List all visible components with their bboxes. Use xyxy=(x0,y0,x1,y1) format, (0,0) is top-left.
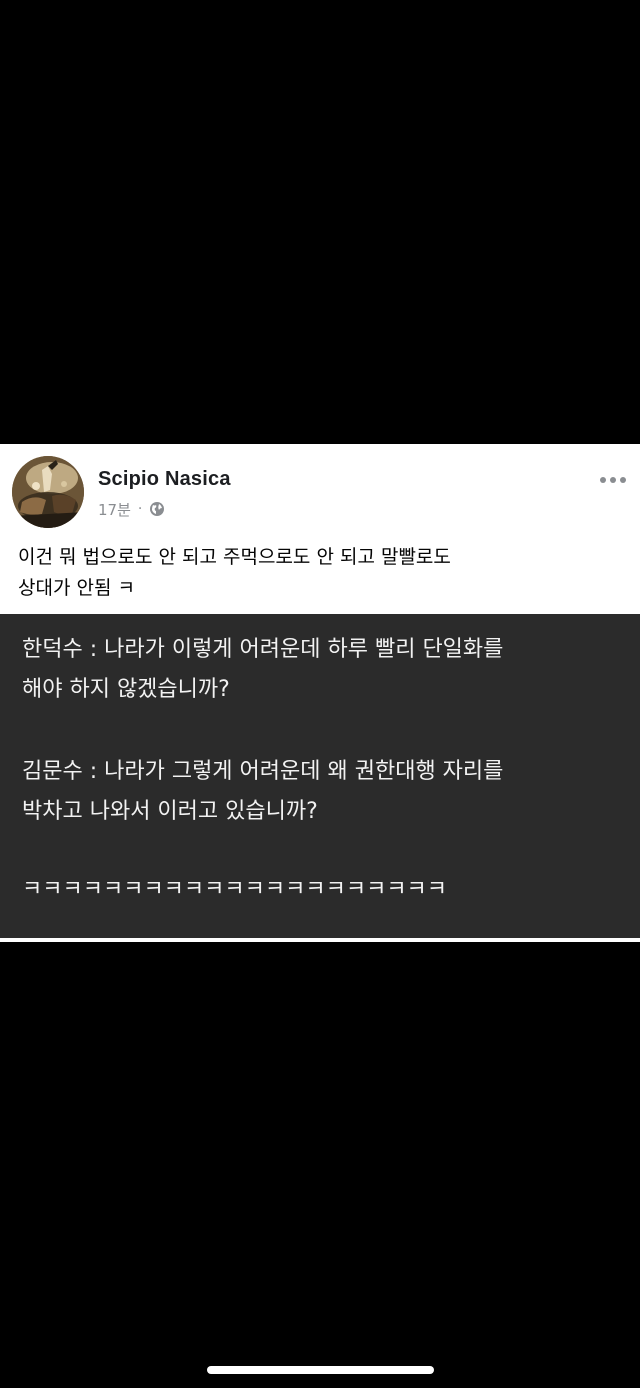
meta-separator: · xyxy=(137,501,143,517)
author-name[interactable]: Scipio Nasica xyxy=(98,468,231,491)
post-divider xyxy=(0,938,640,942)
more-options-button[interactable] xyxy=(596,470,630,490)
post-text-line: 상대가 안됨 ㅋ xyxy=(18,577,135,599)
more-dot xyxy=(620,477,626,483)
screen: Scipio Nasica 17분 · 이건 뭐 법으로도 안 되고 주먹으로도… xyxy=(0,0,640,1388)
post-text: 이건 뭐 법으로도 안 되고 주먹으로도 안 되고 말빨로도 상대가 안됨 ㅋ xyxy=(18,542,628,604)
globe-icon[interactable] xyxy=(149,501,165,517)
facebook-post: Scipio Nasica 17분 · 이건 뭐 법으로도 안 되고 주먹으로도… xyxy=(0,444,640,942)
post-image-card[interactable]: 한덕수 : 나라가 이렇게 어려운데 하루 빨리 단일화를 해야 하지 않겠습니… xyxy=(0,614,640,938)
card-text-line: 한덕수 : 나라가 이렇게 어려운데 하루 빨리 단일화를 xyxy=(22,637,504,662)
home-indicator[interactable] xyxy=(207,1366,434,1374)
post-text-line: 이건 뭐 법으로도 안 되고 주먹으로도 안 되고 말빨로도 xyxy=(18,546,451,568)
post-header: Scipio Nasica 17분 · xyxy=(0,444,640,532)
more-horizontal-icon xyxy=(600,477,606,483)
card-text-line: 김문수 : 나라가 그렇게 어려운데 왜 권한대행 자리를 xyxy=(22,759,504,784)
card-text-line: 박차고 나와서 이러고 있습니까? xyxy=(22,799,318,824)
more-dot xyxy=(610,477,616,483)
post-time[interactable]: 17분 xyxy=(98,499,131,520)
post-meta: 17분 · xyxy=(98,498,165,520)
card-text-line: 해야 하지 않겠습니까? xyxy=(22,677,230,702)
avatar[interactable] xyxy=(12,456,84,528)
card-text-line: ㅋㅋㅋㅋㅋㅋㅋㅋㅋㅋㅋㅋㅋㅋㅋㅋㅋㅋㅋㅋㅋ xyxy=(22,877,448,902)
avatar-painting-image xyxy=(12,456,84,528)
